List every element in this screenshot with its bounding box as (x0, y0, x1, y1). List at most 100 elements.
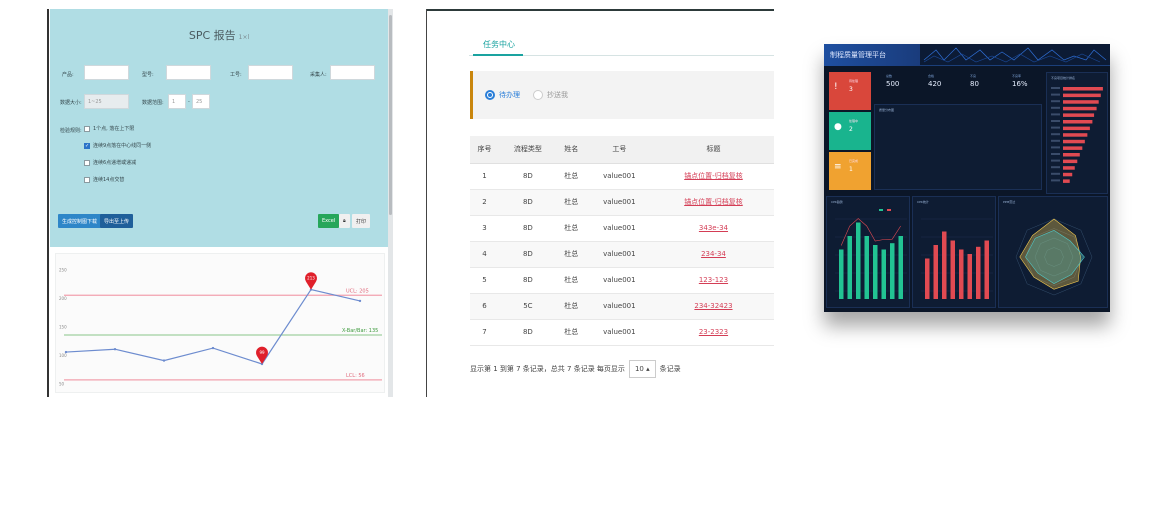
kpi-item: 合格 420 (928, 74, 968, 88)
table-row[interactable]: 7 8D 杜总 value001 23-2323 (470, 319, 774, 346)
table-cell: 8D (498, 189, 557, 216)
table-row[interactable]: 5 8D 杜总 value001 123-123 (470, 267, 774, 294)
batch-input[interactable]: 1~25 (84, 94, 129, 109)
panel-left-border (426, 9, 427, 397)
status-tile[interactable]: ≡ 已完成 1 (829, 152, 871, 190)
table-cell: value001 (585, 215, 653, 242)
column-header[interactable]: 序号 (470, 136, 499, 164)
upload-button[interactable]: 导出至上传 (100, 214, 134, 228)
task-title-link[interactable]: 234-32423 (652, 293, 774, 320)
radio-pending[interactable]: 待办理 (485, 90, 520, 100)
table-cell: value001 (585, 293, 653, 320)
spc-data-point (64, 350, 68, 354)
task-title-link[interactable]: 123-123 (652, 267, 774, 294)
table-body: 1 8D 杜总 value001 锚点位置-归档复核 2 8D 杜总 value001 锚点位置-… (470, 163, 774, 346)
radio-selected-icon (485, 90, 495, 100)
rule-label: 连续6点递增或递减 (93, 160, 137, 166)
page-size-select[interactable]: 10 ▴ (628, 360, 656, 378)
column-header[interactable]: 工号 (585, 136, 653, 164)
table-cell: value001 (585, 241, 653, 268)
rank-bar (1063, 139, 1085, 144)
bar (873, 245, 878, 299)
task-title-link[interactable]: 锚点位置-归档复核 (652, 163, 774, 190)
range-from-input[interactable]: 1 (168, 94, 186, 109)
spc-subtitle: 1×l (238, 34, 250, 41)
rank-bar (1063, 120, 1093, 124)
rule-checkbox-3[interactable]: 连续6点递增或递减 (84, 159, 136, 166)
spc-title: SPC 报告 (188, 29, 236, 42)
table-row[interactable]: 2 8D 杜总 value001 锚点位置-归档复核 (470, 189, 774, 216)
spc-series-line (65, 288, 361, 365)
status-tile[interactable]: ! 待处理 3 (829, 72, 871, 110)
table-row[interactable]: 6 5C 杜总 value001 234-32423 (470, 293, 774, 320)
column-header[interactable]: 标题 (652, 136, 774, 164)
y-tick-label: 100 (59, 353, 67, 358)
range-to-input[interactable]: 25 (192, 94, 210, 109)
rank-label-placeholder (1051, 106, 1060, 109)
radio-cc[interactable]: 抄送我 (533, 90, 568, 100)
bar (976, 246, 981, 299)
lock-button[interactable]: 🔒︎ (339, 214, 350, 228)
product-input[interactable] (84, 65, 129, 80)
checkbox-checked-icon: ✓ (84, 142, 90, 149)
rule-checkbox-2[interactable]: ✓ 连续9点落在中心线同一侧 (84, 142, 151, 149)
radio-cc-label: 抄送我 (547, 91, 568, 99)
tile-count: 1 (849, 166, 853, 173)
checkbox-icon (84, 159, 90, 166)
kpi-value: 420 (928, 80, 942, 88)
column-header[interactable]: 流程类型 (498, 136, 557, 164)
spc-chart-svg: 250 200 150 100 50 UCL: 205 X-Bar/Bar: 135 LCL:… (59, 268, 382, 386)
table-cell: 6 (470, 293, 499, 320)
bar (890, 243, 895, 299)
tab-task-center[interactable]: 任务中心 (483, 39, 515, 50)
model-input[interactable] (166, 65, 211, 80)
status-tile[interactable]: ● 处理中 2 (829, 112, 871, 150)
header-wave-decoration (923, 47, 1107, 63)
rank-bar (1063, 153, 1080, 157)
process-input[interactable] (248, 65, 293, 80)
task-title-link[interactable]: 234-34 (652, 241, 774, 268)
scrollbar[interactable] (388, 9, 393, 397)
rank-bar (1063, 172, 1073, 177)
spc-data-point (358, 299, 362, 303)
rule-label: 1个点, 落在上下限 (93, 126, 135, 132)
print-button[interactable]: 打印 (352, 214, 371, 228)
generate-report-button[interactable]: 生成控制图下载 (58, 214, 102, 228)
quality-dashboard: 制程质量管理平台 ! 待处理 3 ● 处理中 2 ≡ 已完成 1 总数 500 合格 420 不良 80 不… (824, 44, 1110, 312)
rule-checkbox-4[interactable]: 连续14点交替 (84, 176, 124, 183)
cpk-stat-panel: CPK统计 (912, 196, 996, 308)
ranking-bar-chart (1051, 87, 1103, 183)
table-cell: value001 (585, 319, 653, 346)
bar (856, 222, 861, 299)
table-cell: 8D (498, 267, 557, 294)
rank-label-placeholder (1051, 133, 1060, 136)
panel-title: 质量分布图 (879, 108, 895, 112)
rank-label-placeholder (1051, 93, 1060, 96)
table-row[interactable]: 3 8D 杜总 value001 343e-34 (470, 215, 774, 242)
kpi-label: 合格 (928, 74, 935, 78)
task-title-link[interactable]: 343e-34 (652, 215, 774, 242)
scrollbar-thumb[interactable] (389, 15, 392, 215)
task-title-link[interactable]: 锚点位置-归档复核 (652, 189, 774, 216)
table-row[interactable]: 1 8D 杜总 value001 锚点位置-归档复核 (470, 163, 774, 190)
ppm-radar-chart (1015, 218, 1093, 296)
bar (967, 254, 972, 299)
legend-swatch (887, 209, 891, 211)
rank-bar (1063, 146, 1083, 150)
table-row[interactable]: 4 8D 杜总 value001 234-34 (470, 241, 774, 268)
rank-label-placeholder (1051, 159, 1060, 162)
table-cell: 2 (470, 189, 499, 216)
table-cell: 5 (470, 267, 499, 294)
lcl-label: LCL: 56 (346, 373, 365, 379)
inspector-input[interactable] (330, 65, 375, 80)
column-header[interactable]: 姓名 (556, 136, 586, 164)
rule-checkbox-1[interactable]: 1个点, 落在上下限 (84, 125, 134, 132)
panel-top-border (426, 9, 774, 11)
ppm-radar-panel: PPM雷达 (998, 196, 1108, 308)
bar (847, 236, 852, 299)
excel-button[interactable]: Excel (318, 214, 340, 228)
kpi-value: 500 (886, 80, 900, 88)
table-cell: value001 (585, 267, 653, 294)
table-cell: 杜总 (556, 189, 586, 216)
task-title-link[interactable]: 23-2323 (652, 319, 774, 346)
